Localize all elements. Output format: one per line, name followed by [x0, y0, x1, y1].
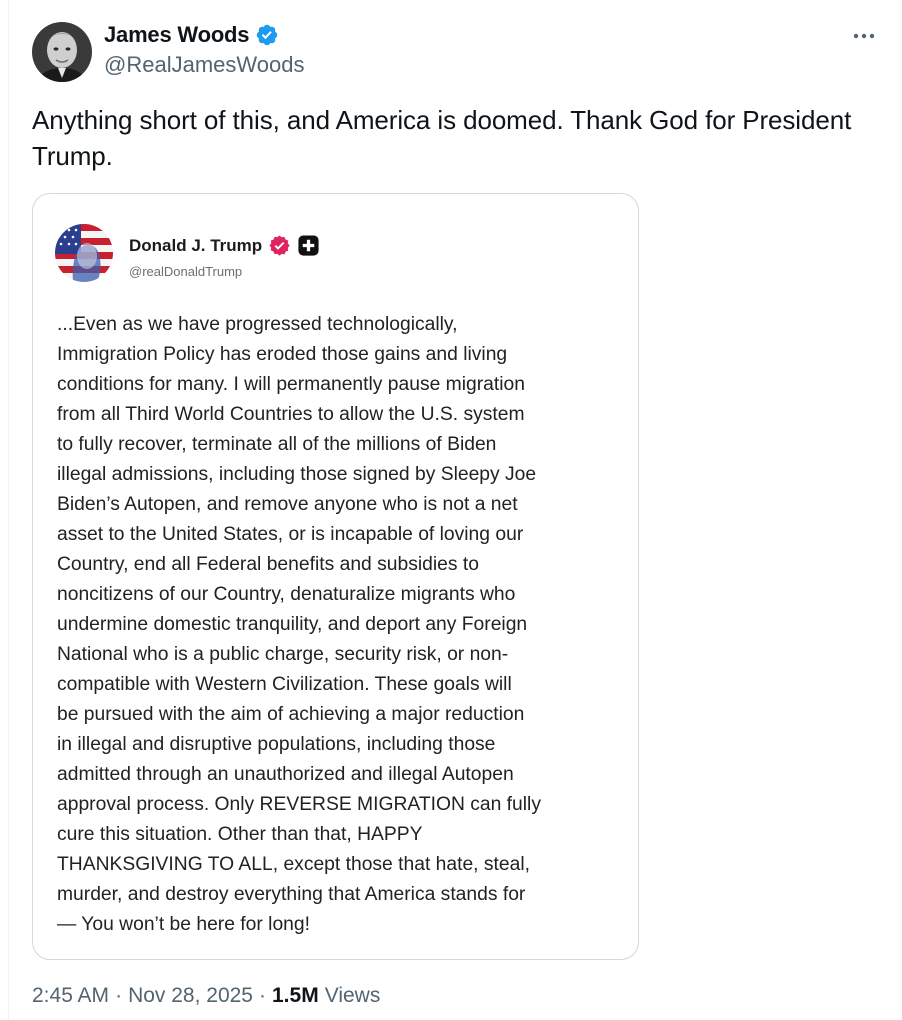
quoted-text-line: be pursued with the aim of achieving a m… — [57, 704, 525, 725]
quoted-text-line: asset to the United States, or is incapa… — [57, 524, 524, 545]
views-label[interactable]: Views — [325, 984, 381, 1008]
post-date[interactable]: Nov 28, 2025 — [128, 984, 253, 1008]
quoted-text-line: undermine domestic tranquility, and depo… — [57, 614, 528, 635]
tweet-container: James Woods @RealJamesWoods Anything sho… — [0, 0, 902, 1020]
quoted-text-line: admitted through an unauthorized and ill… — [57, 764, 514, 785]
quoted-text-line: murder, and destroy everything that Amer… — [57, 884, 526, 905]
quoted-text-line: compatible with Western Civilization. Th… — [57, 674, 512, 695]
quoted-text-line: cure this situation. Other than that, HA… — [57, 824, 423, 845]
author-handle[interactable]: @RealJamesWoods — [104, 52, 304, 78]
quoted-text-line: THANKSGIVING TO ALL, except those that h… — [57, 854, 530, 875]
timeline-divider — [8, 0, 9, 1020]
quoted-text-line: approval process. Only REVERSE MIGRATION… — [57, 794, 541, 815]
quoted-text-line: to fully recover, terminate all of the m… — [57, 434, 497, 455]
quoted-text-line: conditions for many. I will permanently … — [57, 374, 525, 395]
meta-separator: · — [259, 984, 266, 1007]
quoted-text-line: National who is a public charge, securit… — [57, 644, 509, 665]
quoted-text-line: illegal admissions, including those sign… — [57, 464, 537, 485]
author-name-row[interactable]: James Woods — [104, 22, 279, 48]
more-options-icon — [853, 33, 875, 39]
quoted-text-line: Country, end all Federal benefits and su… — [57, 554, 479, 575]
quoted-text-line: in illegal and disruptive populations, i… — [57, 734, 496, 755]
meta-separator: · — [115, 984, 123, 1007]
quoted-text-line: ...Even as we have progressed technologi… — [57, 314, 458, 335]
plus-badge-icon — [298, 235, 319, 256]
quoted-author-name-row: Donald J. Trump — [129, 234, 320, 257]
more-options-button[interactable] — [850, 26, 878, 46]
verified-badge-icon — [257, 24, 278, 46]
quoted-text-line: Immigration Policy has eroded those gain… — [57, 344, 508, 365]
quoted-text-line: from all Third World Countries to allow … — [57, 404, 525, 425]
flag-portrait-avatar — [55, 224, 113, 282]
post-metadata: 2:45 AM · Nov 28, 2025 · 1.5M Views — [32, 984, 380, 1008]
quoted-author-avatar — [55, 224, 113, 282]
quoted-text-line: — You won’t be here for long! — [57, 914, 310, 935]
author-avatar[interactable] — [32, 22, 92, 82]
quoted-post-image[interactable]: Donald J. Trump @realDonaldTrump ...Even… — [32, 193, 639, 960]
quoted-author-handle: @realDonaldTrump — [129, 264, 243, 279]
author-name[interactable]: James Woods — [104, 22, 250, 48]
quoted-text-line: Biden’s Autopen, and remove anyone who i… — [57, 494, 518, 515]
quoted-text-line: noncitizens of our Country, denaturalize… — [57, 584, 516, 605]
tweet-text: Anything short of this, and America is d… — [32, 105, 852, 171]
post-time[interactable]: 2:45 AM — [32, 984, 109, 1008]
author-photo — [32, 22, 92, 82]
views-count[interactable]: 1.5M — [272, 984, 319, 1008]
quoted-post-text: ...Even as we have progressed technologi… — [57, 310, 623, 940]
quoted-author-name: Donald J. Trump — [129, 235, 263, 255]
truth-verified-badge-icon — [269, 235, 290, 256]
